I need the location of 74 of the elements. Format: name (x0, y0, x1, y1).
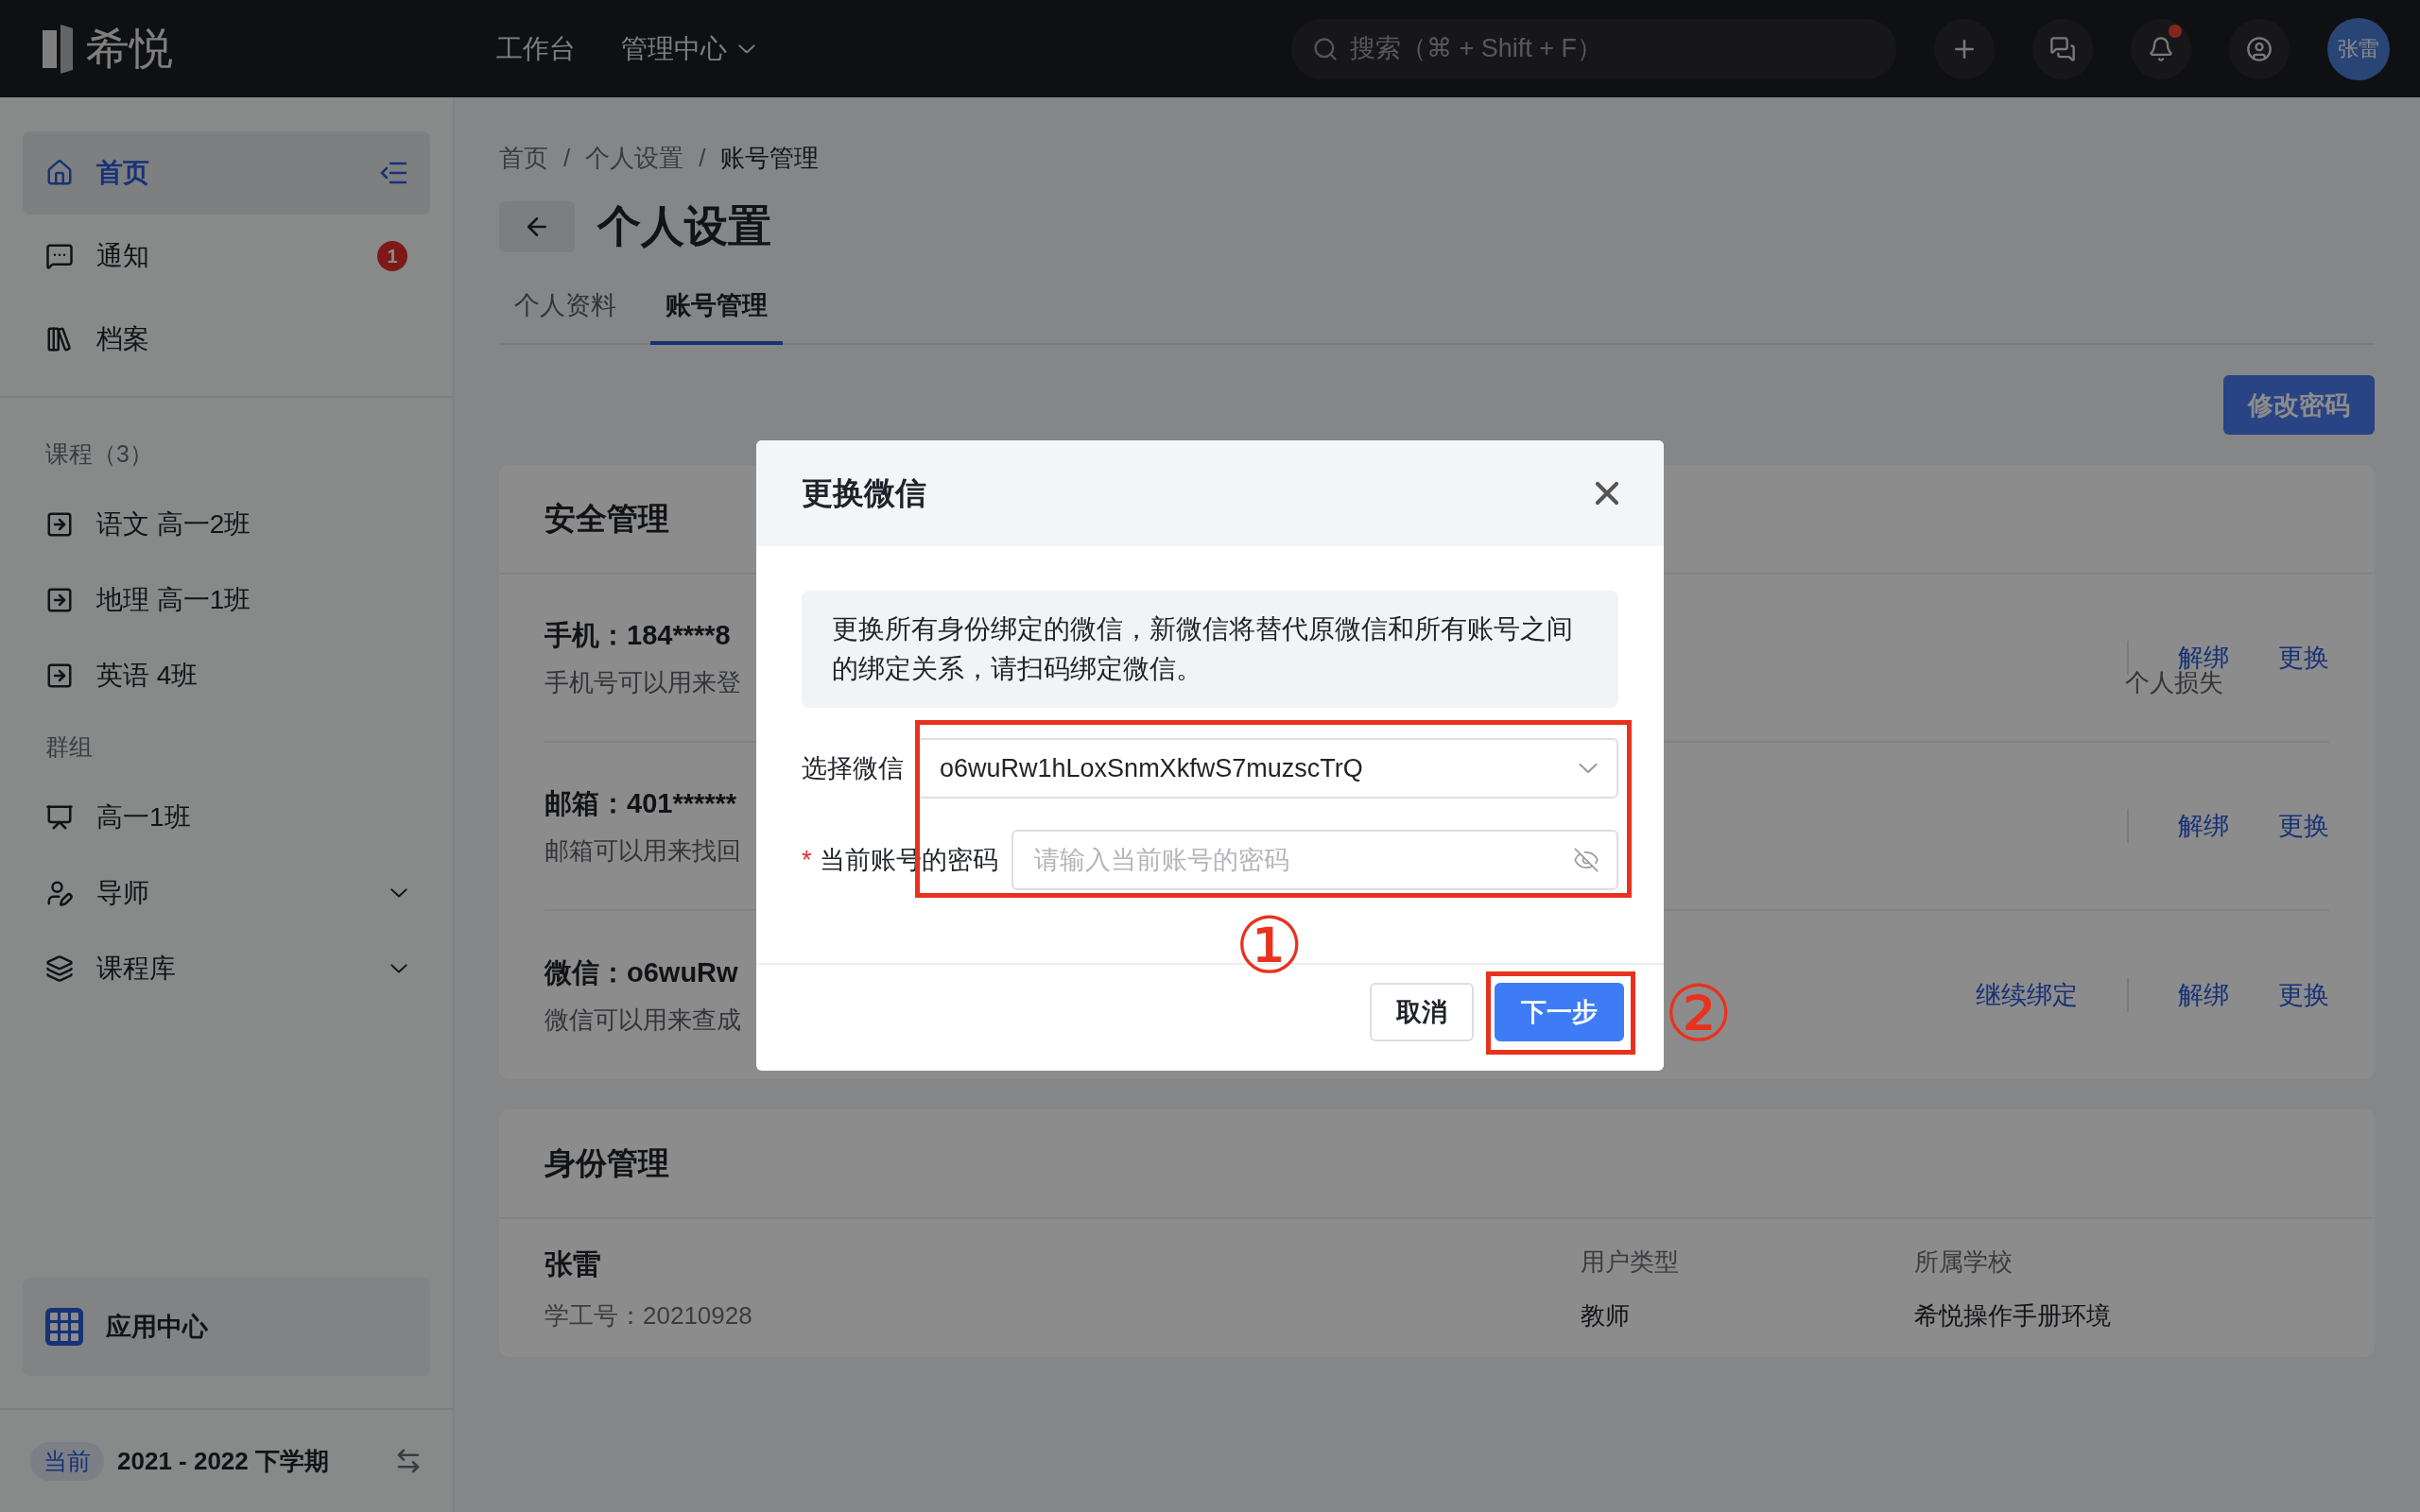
tab[interactable]: 账号管理 (650, 288, 783, 345)
nav-menu-item[interactable]: 工作台 (496, 30, 576, 67)
section-heading: 群组 (44, 731, 94, 762)
next-button[interactable]: 下一步 (1495, 983, 1624, 1041)
section-heading: 课程（3） (44, 438, 154, 469)
account-description: 微信可以用来查成 (544, 1004, 741, 1036)
layers-icon (45, 954, 74, 983)
count-badge: 1 (377, 241, 407, 271)
term-tag: 当前 (30, 1441, 104, 1481)
course-icon (45, 510, 74, 539)
account-description: 手机号可以用来登 (544, 666, 741, 698)
breadcrumb-link[interactable]: 账号管理 (720, 141, 820, 175)
sidebar-item[interactable]: 英语 4班 (23, 638, 430, 713)
card-title: 身份管理 (499, 1109, 2375, 1219)
column-value: 希悦操作手册环境 (1914, 1300, 2112, 1332)
action-link[interactable]: 更换 (2278, 978, 2329, 1012)
app-center-button[interactable]: 应用中心 (23, 1278, 430, 1376)
chat-icon (45, 242, 74, 270)
staff-id: 学工号：20210928 (544, 1300, 753, 1332)
column-header: 用户类型 (1581, 1246, 1680, 1278)
action-link[interactable]: 更换 (2278, 809, 2329, 843)
action-link[interactable]: 更换 (2278, 641, 2329, 675)
grid-icon (45, 1308, 83, 1346)
field-label: 选择微信 (802, 753, 904, 784)
bookshelf-icon (45, 325, 74, 353)
search-field[interactable]: 搜索（⌘ + Shift + F） (1291, 18, 1896, 79)
dialog-title: 更换微信 (802, 473, 926, 512)
app-logo-text: 希悦 (86, 22, 173, 75)
step-number: ① (1235, 907, 1305, 985)
action-link[interactable]: 解绑 (2178, 978, 2229, 1012)
action-link[interactable]: 解绑 (2178, 809, 2229, 843)
sidebar-item[interactable]: 地理 高一1班 (23, 562, 430, 638)
term-label: 2021 - 2022 下学期 (117, 1445, 330, 1477)
user-circle-icon (2246, 35, 2273, 62)
page-title: 个人设置 (597, 200, 771, 252)
course-icon (45, 662, 74, 690)
board-icon (45, 803, 74, 832)
collapse-menu-icon[interactable] (379, 161, 407, 185)
eye-off-icon[interactable] (1573, 847, 1599, 873)
user-name: 张雷 (544, 1247, 602, 1281)
notice-text: 更换所有身份绑定的微信，新微信将替代原微信和所有账号之间的绑定关系，请扫码绑定微信。 (802, 591, 1618, 708)
tab[interactable]: 个人资料 (499, 288, 631, 345)
back-button[interactable] (499, 201, 575, 252)
password-field[interactable]: 请输入当前账号的密码 (1011, 830, 1618, 890)
bell-icon (2148, 35, 2174, 62)
sidebar-item[interactable]: 通知 1 (23, 215, 430, 298)
user-edit-icon (45, 879, 74, 907)
chat-icon (2049, 35, 2076, 62)
user-avatar[interactable]: 张雷 (2327, 17, 2390, 80)
sidebar-item[interactable]: 首页 (23, 131, 430, 215)
change-password-button[interactable]: 修改密码 (2223, 375, 2375, 435)
sidebar-item[interactable]: 档案 (23, 298, 430, 381)
column-value: 教师 (1581, 1300, 1631, 1332)
breadcrumb-link[interactable]: 首页 (499, 141, 548, 175)
breadcrumb-link[interactable]: 个人设置 (585, 141, 684, 175)
search-icon (1312, 35, 1339, 62)
column-header: 所属学校 (1914, 1246, 2014, 1278)
breadcrumb-separator: / (699, 143, 706, 173)
cancel-button[interactable]: 取消 (1370, 983, 1474, 1041)
sidebar-item[interactable]: 课程库 (23, 931, 430, 1006)
account-title: 邮箱：401****** (544, 786, 737, 820)
sidebar-item[interactable]: 语文 高一2班 (23, 487, 430, 562)
sidebar-item[interactable]: 高一1班 (23, 780, 430, 855)
account-title: 手机：184****8 (544, 618, 731, 652)
course-icon (45, 586, 74, 614)
account-title: 微信：o6wuRw (544, 955, 738, 989)
chevron-down-icon (1579, 763, 1598, 774)
home-icon (45, 159, 74, 187)
sidebar-item[interactable]: 导师 (23, 855, 430, 931)
account-description: 邮箱可以用来找回 (544, 834, 741, 867)
breadcrumb-separator: / (563, 143, 571, 173)
nav-menu-item[interactable]: 管理中心 (621, 30, 755, 67)
action-link[interactable]: 继续绑定 (1976, 978, 2078, 1012)
step-number: ② (1664, 975, 1734, 1053)
